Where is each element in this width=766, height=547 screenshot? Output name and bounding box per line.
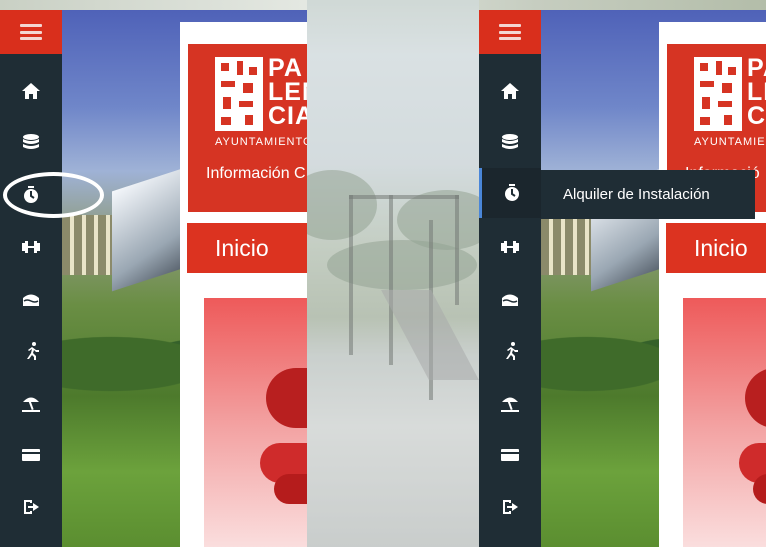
nav-tooltip: Alquiler de Instalación — [541, 170, 755, 219]
content-card: PA LEN CIA AYUNTAMIENTO Informació Inici… — [659, 22, 766, 547]
database-icon — [23, 134, 39, 149]
menu-button[interactable] — [479, 10, 541, 54]
nav-running[interactable] — [479, 331, 541, 371]
nav-home[interactable] — [0, 71, 62, 111]
logout-icon — [24, 500, 39, 514]
section-title: Inicio — [215, 234, 269, 261]
palencia-logo-icon — [694, 57, 742, 131]
logout-icon — [503, 500, 518, 514]
logo-wordmark: PA LEN CIA — [747, 54, 766, 130]
left-app-panel: PA LEN CIA AYUNTAMIENTO Información C In… — [0, 10, 307, 547]
fade-overlay — [307, 0, 479, 547]
nav-gym[interactable] — [0, 227, 62, 267]
nav-payment[interactable] — [479, 435, 541, 475]
running-icon — [506, 342, 518, 360]
credit-card-icon — [22, 449, 40, 461]
nav-beach[interactable] — [0, 383, 62, 423]
database-icon — [502, 134, 518, 149]
content-card: PA LEN CIA AYUNTAMIENTO Información C In… — [180, 22, 307, 547]
hamburger-icon — [20, 24, 42, 40]
highlight-circle — [3, 172, 104, 218]
sidebar — [0, 10, 62, 547]
beach-umbrella-icon — [501, 397, 519, 412]
nav-payment[interactable] — [0, 435, 62, 475]
section-title: Inicio — [694, 234, 748, 261]
section-title-bar: Inicio — [187, 223, 307, 273]
nav-running[interactable] — [0, 331, 62, 371]
credit-card-icon — [501, 449, 519, 461]
dumbbell-icon — [22, 241, 40, 253]
logo-wordmark: PA LEN CIA — [268, 54, 307, 130]
home-icon — [501, 83, 519, 99]
nav-beach[interactable] — [479, 383, 541, 423]
palencia-logo-icon — [215, 57, 263, 131]
pool-icon — [23, 294, 39, 306]
nav-stopwatch[interactable] — [479, 168, 541, 218]
home-icon — [22, 83, 40, 99]
nav-home[interactable] — [479, 71, 541, 111]
sidebar — [479, 10, 541, 547]
menu-button[interactable] — [0, 10, 62, 54]
tooltip-label: Alquiler de Instalación — [563, 186, 710, 203]
nav-pool[interactable] — [479, 279, 541, 319]
info-link[interactable]: Información C — [206, 165, 306, 183]
promo-image[interactable] — [683, 298, 766, 547]
logo-subtitle: AYUNTAMIENTO — [694, 136, 766, 148]
nav-logout[interactable] — [0, 487, 62, 527]
stopwatch-icon — [504, 184, 519, 201]
beach-umbrella-icon — [22, 397, 40, 412]
right-app-panel: PA LEN CIA AYUNTAMIENTO Informació Inici… — [479, 10, 766, 547]
nav-logout[interactable] — [479, 487, 541, 527]
dumbbell-icon — [501, 241, 519, 253]
running-icon — [27, 342, 39, 360]
nav-gym[interactable] — [479, 227, 541, 267]
promo-image[interactable] — [204, 298, 307, 547]
nav-database[interactable] — [479, 123, 541, 163]
logo-banner: PA LEN CIA AYUNTAMIENTO Información C — [188, 44, 307, 212]
nav-pool[interactable] — [0, 279, 62, 319]
logo-subtitle: AYUNTAMIENTO — [215, 136, 307, 148]
section-title-bar: Inicio — [666, 223, 766, 273]
hamburger-icon — [499, 24, 521, 40]
pool-icon — [502, 294, 518, 306]
nav-database[interactable] — [0, 123, 62, 163]
